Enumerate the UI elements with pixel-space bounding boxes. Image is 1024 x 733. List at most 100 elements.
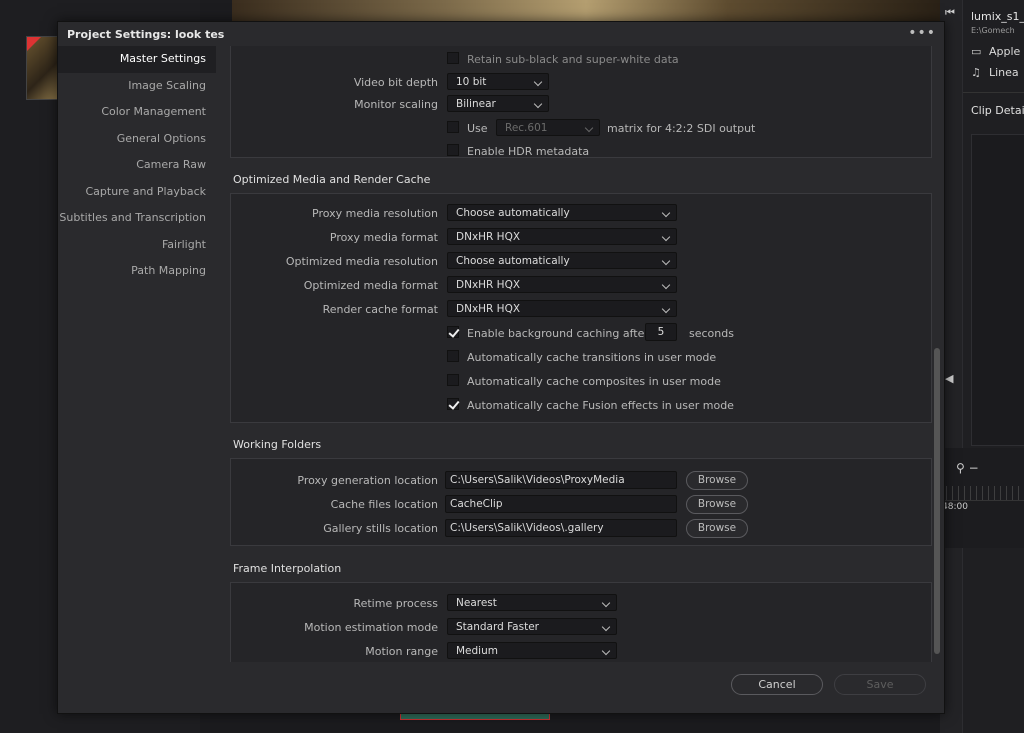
proxy-res-select[interactable]: Choose automatically [447, 204, 677, 221]
more-options-icon[interactable]: ••• [908, 25, 936, 41]
proxy-browse-button[interactable]: Browse [686, 471, 748, 490]
clip-path: E:\Gomech [971, 26, 1015, 35]
matrix-row: Use Rec.601 matrix for 4:2:2 SDI output [231, 119, 931, 137]
opt-res-label: Optimized media resolution [285, 255, 438, 268]
cache-composites-row: Automatically cache composites in user m… [231, 372, 931, 390]
bg-cache-checkbox[interactable] [447, 326, 460, 338]
hdr-checkbox[interactable] [447, 144, 459, 156]
dialog-title: Project Settings: look tes [67, 28, 225, 41]
cache-transitions-checkbox[interactable] [447, 350, 459, 362]
gallery-loc-input[interactable]: C:\Users\Salik\Videos\.gallery [445, 519, 677, 537]
nav-capture-playback[interactable]: Capture and Playback [58, 179, 216, 206]
audio-info-row: ♫ Linea [971, 66, 1019, 79]
opt-fmt-select[interactable]: DNxHR HQX [447, 276, 677, 293]
monitor-scaling-row: Monitor scaling Bilinear [231, 95, 931, 113]
retime-select[interactable]: Nearest [447, 594, 617, 611]
collapse-left-icon[interactable]: ◀ [945, 372, 953, 385]
monitor-scaling-select[interactable]: Bilinear [447, 95, 549, 112]
chevron-down-icon [601, 646, 611, 656]
bit-depth-label: Video bit depth [353, 76, 438, 89]
settings-scrollbar[interactable] [934, 348, 940, 654]
motion-mode-select[interactable]: Standard Faster [447, 618, 617, 635]
chevron-down-icon [661, 208, 671, 218]
chevron-down-icon [601, 598, 611, 608]
timeline-ruler[interactable] [940, 486, 1024, 501]
retain-checkbox[interactable] [447, 52, 459, 64]
zoom-icon[interactable]: ⚲ − [956, 461, 979, 475]
retime-label: Retime process [353, 597, 438, 610]
chevron-down-icon [661, 304, 671, 314]
checkmark-icon [448, 326, 460, 338]
divider [963, 92, 1024, 93]
settings-content[interactable]: Retain sub-black and super-white data Vi… [230, 46, 932, 662]
bg-cache-unit: seconds [689, 327, 734, 340]
gallery-loc-row: Gallery stills location C:\Users\Salik\V… [231, 519, 931, 538]
skip-back-icon[interactable]: ⏮ [945, 6, 955, 20]
retime-row: Retime process Nearest [231, 594, 931, 612]
viewer-image [232, 0, 940, 22]
gallery-loc-label: Gallery stills location [323, 522, 438, 535]
matrix-select[interactable]: Rec.601 [496, 119, 600, 136]
inspector-panel: lumix_s1_v E:\Gomech ▭Apple ♫Linea Clip … [962, 0, 1024, 733]
bg-cache-row: Enable background caching after 5 second… [231, 323, 931, 342]
nav-color-management[interactable]: Color Management [58, 99, 216, 126]
cancel-button[interactable]: Cancel [731, 674, 823, 695]
opt-res-row: Optimized media resolution Choose automa… [231, 252, 931, 270]
project-settings-dialog: Project Settings: look tes ••• Master Se… [57, 21, 945, 714]
render-fmt-label: Render cache format [322, 303, 438, 316]
settings-nav: Master Settings Image Scaling Color Mana… [58, 46, 216, 285]
save-button[interactable]: Save [834, 674, 926, 695]
proxy-loc-label: Proxy generation location [297, 474, 438, 487]
chevron-down-icon [661, 256, 671, 266]
chevron-down-icon [661, 232, 671, 242]
cache-composites-checkbox[interactable] [447, 374, 459, 386]
clip-name: lumix_s1_v [971, 10, 1024, 23]
cache-browse-button[interactable]: Browse [686, 495, 748, 514]
nav-subtitles[interactable]: Subtitles and Transcription [58, 205, 216, 232]
proxy-res-label: Proxy media resolution [312, 207, 438, 220]
optimized-section: Proxy media resolution Choose automatica… [230, 193, 932, 423]
render-fmt-select[interactable]: DNxHR HQX [447, 300, 677, 317]
cache-loc-input[interactable]: CacheClip [445, 495, 677, 513]
nav-master-settings[interactable]: Master Settings [58, 46, 216, 73]
nav-camera-raw[interactable]: Camera Raw [58, 152, 216, 179]
opt-fmt-row: Optimized media format DNxHR HQX [231, 276, 931, 294]
opt-res-select[interactable]: Choose automatically [447, 252, 677, 269]
nav-path-mapping[interactable]: Path Mapping [58, 258, 216, 285]
chevron-down-icon [661, 280, 671, 290]
render-fmt-row: Render cache format DNxHR HQX [231, 300, 931, 318]
opt-fmt-label: Optimized media format [303, 279, 438, 292]
checkmark-icon [448, 398, 460, 410]
motion-range-select[interactable]: Medium [447, 642, 617, 659]
clip-details-title: Clip Details [971, 104, 1024, 117]
dialog-title-bar: Project Settings: look tes ••• [58, 22, 944, 46]
nav-general-options[interactable]: General Options [58, 126, 216, 153]
flag-icon [27, 37, 41, 51]
cache-fusion-label: Automatically cache Fusion effects in us… [467, 399, 734, 412]
video-info-row: ▭ Apple [971, 45, 1021, 58]
timeline-track [200, 712, 940, 733]
chevron-down-icon [601, 622, 611, 632]
nav-image-scaling[interactable]: Image Scaling [58, 73, 216, 100]
working-folders-section: Proxy generation location C:\Users\Salik… [230, 458, 932, 546]
timeline-header: ⚲ − 48:00 [940, 448, 1024, 548]
frame-interp-title: Frame Interpolation [233, 562, 342, 575]
chevron-down-icon [533, 77, 543, 87]
cache-loc-label: Cache files location [330, 498, 438, 511]
motion-mode-label: Motion estimation mode [304, 621, 438, 634]
gallery-browse-button[interactable]: Browse [686, 519, 748, 538]
proxy-fmt-select[interactable]: DNxHR HQX [447, 228, 677, 245]
clip-thumbnail[interactable] [26, 36, 58, 100]
chevron-down-icon [584, 123, 594, 133]
proxy-fmt-label: Proxy media format [329, 231, 438, 244]
nav-fairlight[interactable]: Fairlight [58, 232, 216, 259]
bg-cache-seconds-input[interactable]: 5 [645, 323, 677, 341]
bit-depth-select[interactable]: 10 bit [447, 73, 549, 90]
proxy-loc-input[interactable]: C:\Users\Salik\Videos\ProxyMedia [445, 471, 677, 489]
video-format-section: Retain sub-black and super-white data Vi… [230, 46, 932, 158]
proxy-fmt-row: Proxy media format DNxHR HQX [231, 228, 931, 246]
clip-details-panel [971, 134, 1024, 446]
optimized-section-title: Optimized Media and Render Cache [233, 173, 431, 186]
cache-fusion-checkbox[interactable] [447, 398, 460, 410]
use-matrix-checkbox[interactable] [447, 121, 459, 133]
